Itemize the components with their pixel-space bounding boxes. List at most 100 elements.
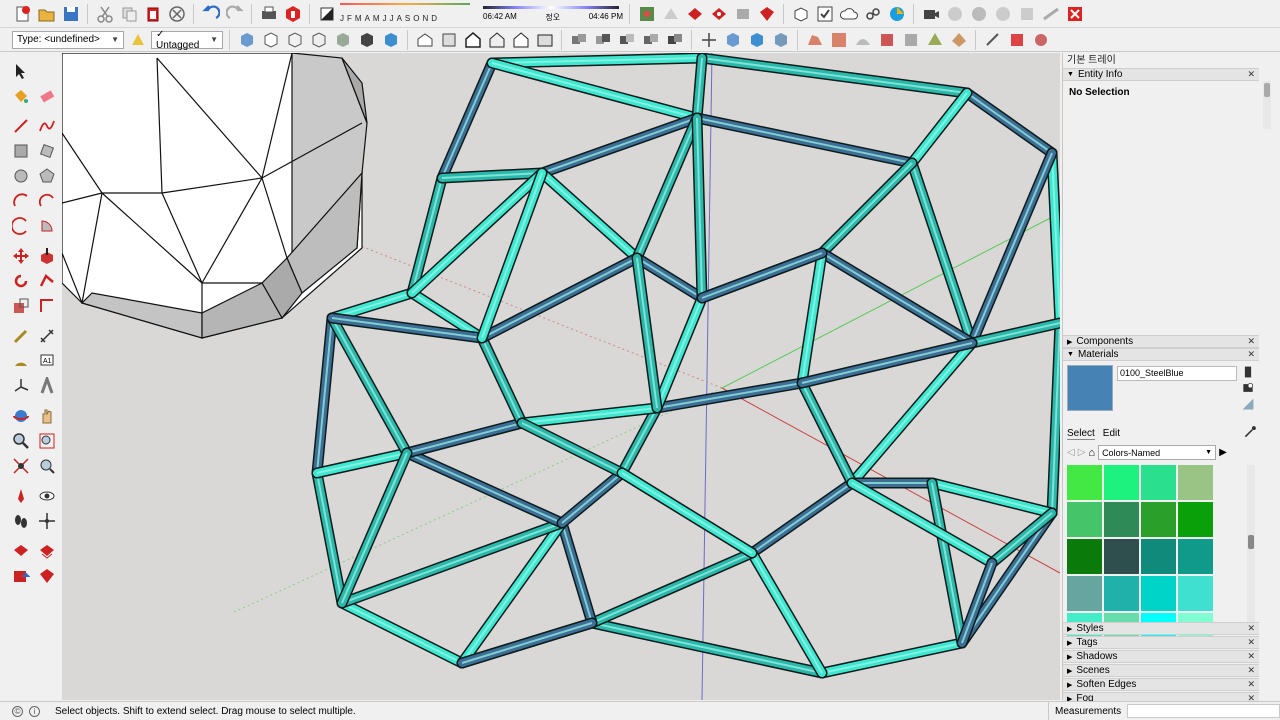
panel-header-styles[interactable]: ▶ Styles ✕ bbox=[1063, 622, 1259, 635]
component-icon[interactable] bbox=[790, 3, 811, 24]
plugin-c-icon[interactable] bbox=[992, 3, 1013, 24]
scale-tool-icon[interactable] bbox=[10, 295, 32, 317]
materials-header[interactable]: ▼ Materials ✕ bbox=[1063, 348, 1259, 361]
sample-paint-icon[interactable] bbox=[1241, 381, 1255, 395]
view-top-icon[interactable] bbox=[438, 29, 459, 50]
current-material-swatch[interactable] bbox=[1067, 365, 1113, 411]
material-swatch[interactable] bbox=[1067, 539, 1102, 574]
view-left-icon[interactable] bbox=[534, 29, 555, 50]
pie-tool-icon[interactable] bbox=[36, 215, 58, 237]
frame-strut[interactable] bbox=[486, 53, 708, 69]
three-point-arc-icon[interactable] bbox=[10, 215, 32, 237]
view-back-icon[interactable] bbox=[510, 29, 531, 50]
dimension-icon[interactable] bbox=[36, 325, 58, 347]
zoom-extents-icon[interactable] bbox=[10, 455, 32, 477]
push-pull-icon[interactable] bbox=[36, 245, 58, 267]
copy-icon[interactable] bbox=[118, 3, 139, 24]
sandbox-stamp-icon[interactable] bbox=[876, 29, 897, 50]
material-swatch[interactable] bbox=[1141, 539, 1176, 574]
section-plane-icon[interactable] bbox=[722, 29, 743, 50]
camera-icon[interactable] bbox=[920, 3, 941, 24]
material-swatch[interactable] bbox=[1067, 502, 1102, 537]
material-swatch[interactable] bbox=[1104, 539, 1139, 574]
cloud-upload-icon[interactable] bbox=[838, 3, 859, 24]
close-icon[interactable]: ✕ bbox=[1247, 665, 1255, 676]
components-header[interactable]: ▶ Components ✕ bbox=[1063, 335, 1259, 348]
material-swatch[interactable] bbox=[1178, 539, 1213, 574]
sandbox-flip-icon[interactable] bbox=[948, 29, 969, 50]
model-viewport[interactable] bbox=[62, 53, 1060, 700]
paste-icon[interactable] bbox=[142, 3, 163, 24]
erase-icon[interactable] bbox=[166, 3, 187, 24]
measurements-box[interactable]: Measurements bbox=[1048, 702, 1280, 720]
previous-view-icon[interactable] bbox=[36, 455, 58, 477]
tag-paint-icon[interactable] bbox=[127, 29, 148, 50]
material-swatch[interactable] bbox=[1141, 465, 1176, 500]
ruby-icon[interactable] bbox=[756, 3, 777, 24]
add-location-icon[interactable] bbox=[660, 3, 681, 24]
offset-tool-icon[interactable] bbox=[36, 295, 58, 317]
rotate-tool-icon[interactable] bbox=[10, 270, 32, 292]
model-info-icon[interactable] bbox=[282, 3, 303, 24]
warehouse-tool-icon[interactable] bbox=[10, 540, 32, 562]
style-xray-icon[interactable] bbox=[236, 29, 257, 50]
eyedropper-icon[interactable] bbox=[1243, 425, 1257, 439]
tape-measure-icon[interactable] bbox=[10, 325, 32, 347]
zoom-window-icon[interactable] bbox=[36, 430, 58, 452]
style-hidden-line-icon[interactable] bbox=[308, 29, 329, 50]
open-file-icon[interactable] bbox=[36, 3, 57, 24]
protractor-icon[interactable] bbox=[10, 350, 32, 372]
freehand-icon[interactable] bbox=[36, 115, 58, 137]
tag-dropdown[interactable]: ✓ Untagged ▼ bbox=[151, 29, 223, 51]
material-name-field[interactable]: 0100_SteelBlue bbox=[1117, 366, 1237, 381]
material-swatch[interactable] bbox=[1104, 465, 1139, 500]
plugin-tool-b-icon[interactable] bbox=[1006, 29, 1027, 50]
sandbox-contours-icon[interactable] bbox=[804, 29, 825, 50]
back-arrow-icon[interactable]: ◁ bbox=[1067, 447, 1075, 458]
view-front-icon[interactable] bbox=[462, 29, 483, 50]
plugin-b-icon[interactable] bbox=[968, 3, 989, 24]
3d-text-icon[interactable] bbox=[36, 375, 58, 397]
material-swatch[interactable] bbox=[1141, 502, 1176, 537]
style-textures-icon[interactable] bbox=[356, 29, 377, 50]
frame-strut[interactable] bbox=[436, 167, 548, 184]
follow-me-icon[interactable] bbox=[36, 270, 58, 292]
swatch-scrollbar[interactable] bbox=[1247, 465, 1255, 625]
solid-intersect-icon[interactable] bbox=[592, 29, 613, 50]
paint-bucket-icon[interactable] bbox=[10, 85, 32, 107]
polygon-tool-icon[interactable] bbox=[36, 165, 58, 187]
type-dropdown[interactable]: Type: <undefined> ▼ bbox=[12, 30, 124, 49]
solid-split-icon[interactable] bbox=[664, 29, 685, 50]
axes-icon[interactable] bbox=[698, 29, 719, 50]
panel-header-scenes[interactable]: ▶ Scenes ✕ bbox=[1063, 664, 1259, 677]
cut-icon[interactable] bbox=[94, 3, 115, 24]
solid-trim-icon[interactable] bbox=[640, 29, 661, 50]
axes-tool-icon[interactable] bbox=[10, 375, 32, 397]
plugin-e-icon[interactable] bbox=[1040, 3, 1061, 24]
solid-subtract-icon[interactable] bbox=[616, 29, 637, 50]
close-icon[interactable]: ✕ bbox=[1247, 679, 1255, 690]
style-backedges-icon[interactable] bbox=[260, 29, 281, 50]
walk-icon[interactable] bbox=[10, 510, 32, 532]
save-icon[interactable] bbox=[60, 3, 81, 24]
sandbox-grid-icon[interactable] bbox=[828, 29, 849, 50]
sandbox-drape-icon[interactable] bbox=[900, 29, 921, 50]
orbit-icon[interactable] bbox=[10, 405, 32, 427]
material-swatch[interactable] bbox=[1104, 502, 1139, 537]
extension-icon[interactable] bbox=[708, 3, 729, 24]
eraser-icon[interactable] bbox=[36, 85, 58, 107]
close-extension-icon[interactable] bbox=[1064, 3, 1085, 24]
warehouse-icon[interactable] bbox=[684, 3, 705, 24]
create-material-icon[interactable] bbox=[1241, 365, 1255, 379]
pan-icon[interactable] bbox=[36, 405, 58, 427]
material-swatch[interactable] bbox=[1178, 465, 1213, 500]
style-shaded-icon[interactable] bbox=[332, 29, 353, 50]
style-monochrome-icon[interactable] bbox=[380, 29, 401, 50]
position-camera-icon[interactable] bbox=[10, 485, 32, 507]
line-tool-icon[interactable] bbox=[10, 115, 32, 137]
forward-arrow-icon[interactable]: ▷ bbox=[1078, 447, 1086, 458]
move-tool-icon[interactable] bbox=[10, 245, 32, 267]
close-icon[interactable]: ✕ bbox=[1247, 651, 1255, 662]
plugin-d-icon[interactable] bbox=[1016, 3, 1037, 24]
extension-manager-icon[interactable] bbox=[732, 3, 753, 24]
